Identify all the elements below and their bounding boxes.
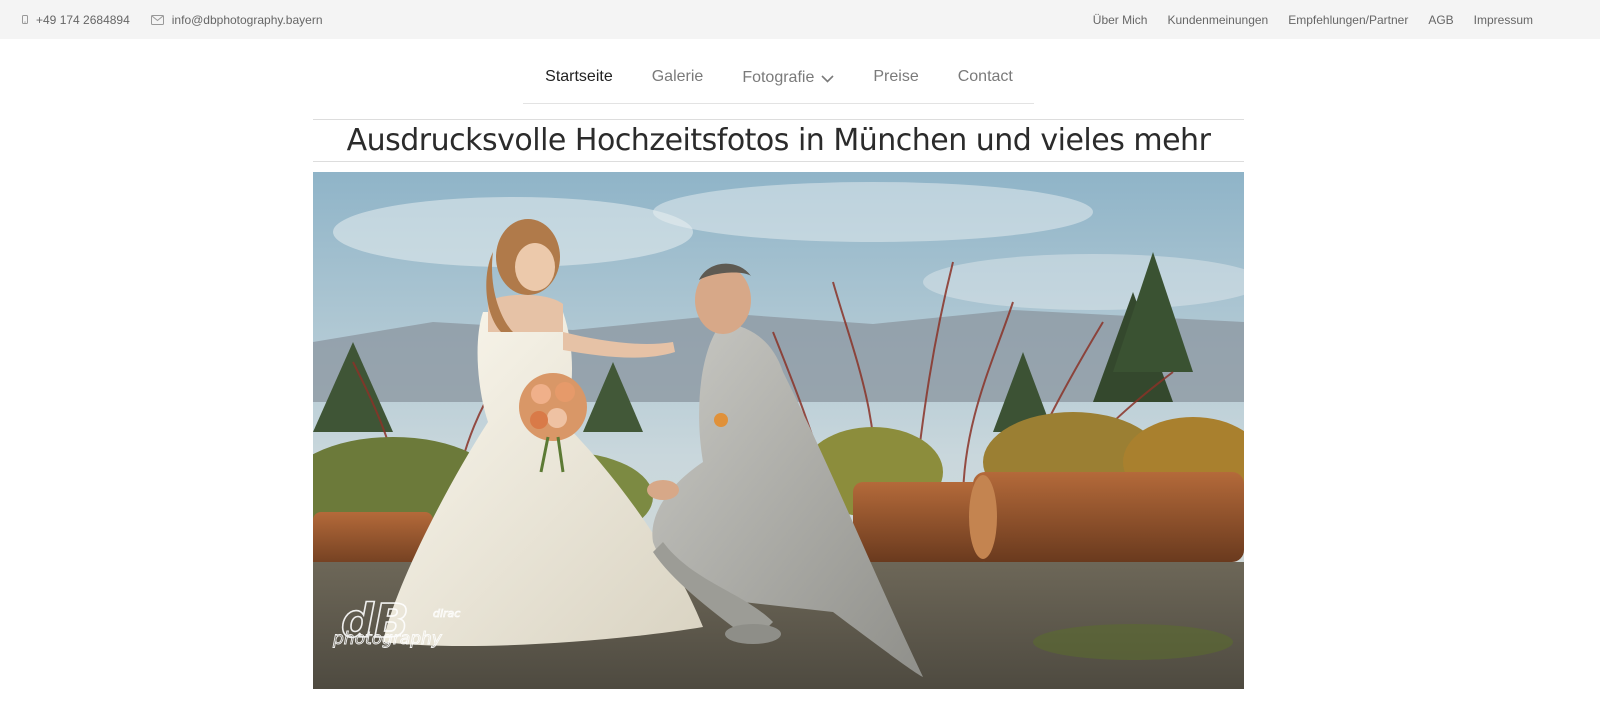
mobile-phone-icon xyxy=(22,15,28,24)
nav-item-label: Galerie xyxy=(651,68,704,85)
email-address: info@dbphotography.bayern xyxy=(171,12,323,27)
main-navigation: Startseite Galerie Fotografie Preise Con… xyxy=(523,56,1034,104)
top-link-empfehlungen-partner[interactable]: Empfehlungen/Partner xyxy=(1288,13,1408,27)
nav-item-label: Contact xyxy=(957,68,1013,85)
nav-item-galerie[interactable]: Galerie xyxy=(632,56,723,86)
top-link-agb[interactable]: AGB xyxy=(1428,13,1453,27)
top-link-ueber-mich[interactable]: Über Mich xyxy=(1093,13,1148,27)
nav-item-label: Startseite xyxy=(545,68,613,85)
envelope-icon xyxy=(150,14,164,25)
contact-info: +49 174 2684894 info@dbphotography.bayer… xyxy=(22,0,344,39)
top-links: Über Mich Kundenmeinungen Empfehlungen/P… xyxy=(1073,0,1533,39)
svg-text:photography: photography xyxy=(332,629,443,649)
nav-item-fotografie[interactable]: Fotografie xyxy=(722,56,853,88)
top-link-kundenmeinungen[interactable]: Kundenmeinungen xyxy=(1167,13,1268,27)
nav-item-startseite[interactable]: Startseite xyxy=(525,56,632,86)
svg-text:dirac: dirac xyxy=(433,607,460,620)
nav-item-label: Preise xyxy=(873,68,919,85)
nav-item-label: Fotografie xyxy=(742,69,815,86)
top-bar: +49 174 2684894 info@dbphotography.bayer… xyxy=(0,0,1600,39)
phone-link[interactable]: +49 174 2684894 xyxy=(22,13,130,27)
phone-number: +49 174 2684894 xyxy=(36,12,130,27)
headline-section: Ausdrucksvolle Hochzeitsfotos in München… xyxy=(313,119,1244,162)
top-link-impressum[interactable]: Impressum xyxy=(1474,13,1533,27)
nav-item-contact[interactable]: Contact xyxy=(938,56,1032,86)
page-title: Ausdrucksvolle Hochzeitsfotos in München… xyxy=(346,123,1211,158)
email-link[interactable]: info@dbphotography.bayern xyxy=(150,12,323,27)
nav-item-preise[interactable]: Preise xyxy=(853,56,937,86)
chevron-down-icon xyxy=(821,70,834,88)
hero-image: dB dirac photography xyxy=(313,172,1244,689)
